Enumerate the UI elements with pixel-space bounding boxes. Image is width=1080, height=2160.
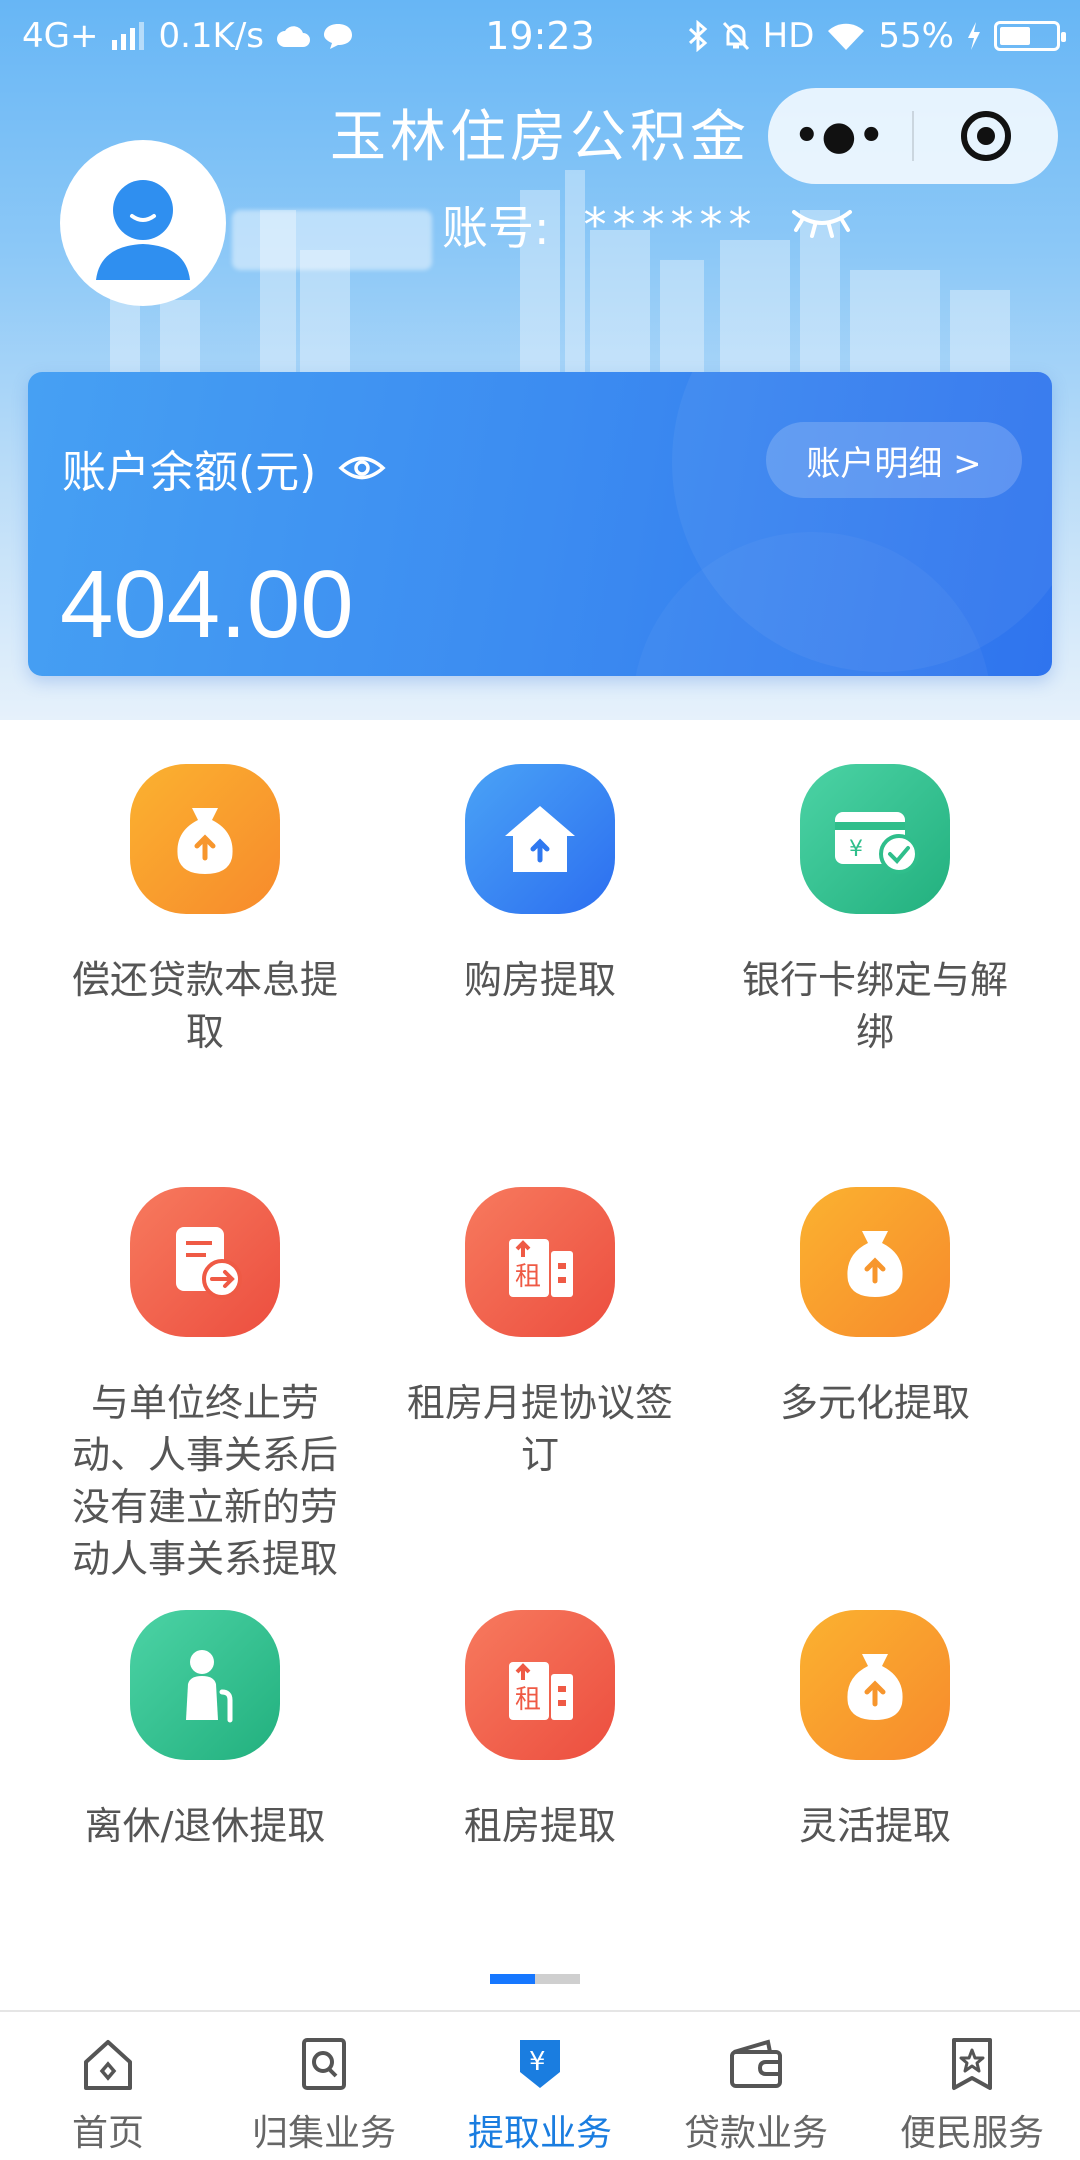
tab-convenience[interactable]: 便民服务 [864, 2012, 1080, 2160]
service-label: 租房提取 [463, 1804, 616, 1848]
withdraw-icon: ¥ [520, 2040, 560, 2088]
battery-level-fill [1000, 27, 1030, 45]
service-icon-bg [130, 764, 280, 914]
elderly-person-icon [186, 1650, 233, 1723]
hd-indicator: HD [762, 16, 815, 56]
eye-open-icon[interactable] [338, 451, 386, 485]
balance-amount: 404.00 [60, 551, 354, 658]
service-label: 购房提取 [463, 958, 616, 1002]
close-miniprogram-button[interactable] [914, 109, 1058, 163]
money-bag-icon [847, 1654, 903, 1720]
service-label: 偿还贷款本息提取 [71, 958, 338, 1054]
document-arrow-icon [176, 1227, 242, 1299]
svg-text:¥: ¥ [529, 2047, 546, 2077]
star-bookmark-icon [952, 2038, 992, 2090]
balance-card: 账户余额(元) 404.00 账户明细 > [28, 372, 1052, 676]
tab-label: 归集业务 [251, 2113, 396, 2154]
mute-bell-icon [722, 21, 749, 51]
service-icon-bg: 租 [465, 1187, 615, 1337]
service-icon-bg [130, 1187, 280, 1337]
account-detail-button[interactable]: 账户明细 > [766, 422, 1022, 498]
bottom-tab-bar: 首页 归集业务 ¥ 提取业务 贷款业务 便民服务 [0, 2010, 1080, 2160]
service-item-employment-termination[interactable]: 与单位终止劳动、人事关系后没有建立新的劳动人事关系提取 [55, 1187, 355, 1585]
page-indicator [490, 1974, 580, 1984]
tab-home[interactable]: 首页 [0, 2012, 216, 2160]
blurred-user-name [232, 210, 432, 270]
target-icon [961, 111, 1011, 161]
service-label: 灵活提取 [798, 1804, 951, 1848]
svg-text:租: 租 [515, 1685, 541, 1715]
wallet-icon [730, 2039, 782, 2088]
tab-withdraw[interactable]: ¥ 提取业务 [432, 2012, 648, 2160]
user-icon [96, 180, 190, 280]
status-bar: 4G+ 0.1K/s 19:23 HD 55% [0, 0, 1080, 72]
more-menu-button[interactable]: •●• [768, 113, 912, 159]
account-label: 账号: [442, 201, 550, 255]
service-item-bank-card[interactable]: ¥ 银行卡绑定与解绑 [725, 764, 1025, 1058]
service-item-retirement[interactable]: 离休/退休提取 [55, 1610, 355, 1852]
house-icon [505, 806, 575, 872]
service-icon-bg [800, 1610, 950, 1760]
eye-closed-icon[interactable] [790, 204, 854, 240]
service-item-house-purchase[interactable]: 购房提取 [390, 764, 690, 1006]
rent-building-icon: 租 [509, 1662, 573, 1720]
tab-label: 便民服务 [899, 2113, 1044, 2154]
service-item-diversified[interactable]: 多元化提取 [725, 1187, 1025, 1429]
svg-text:租: 租 [515, 1262, 541, 1292]
home-icon [84, 2040, 132, 2090]
bluetooth-icon [688, 20, 707, 52]
account-value: ****** [583, 198, 758, 252]
battery-percent: 55% [878, 16, 954, 56]
page-title: 玉林住房公积金 [330, 105, 750, 170]
service-label: 银行卡绑定与解绑 [741, 958, 1008, 1054]
miniprogram-capsule: •●• [768, 88, 1058, 184]
balance-label: 账户余额(元) [62, 436, 386, 500]
svg-text:¥: ¥ [849, 837, 863, 862]
account-number: 账号: ****** [442, 192, 758, 258]
tab-collection[interactable]: 归集业务 [216, 2012, 432, 2160]
wifi-icon [828, 23, 865, 50]
service-label: 与单位终止劳动、人事关系后没有建立新的劳动人事关系提取 [71, 1381, 338, 1581]
page-indicator-active [490, 1974, 535, 1984]
bank-card-icon: ¥ [835, 812, 919, 874]
service-item-loan-repayment[interactable]: 偿还贷款本息提取 [55, 764, 355, 1058]
service-label: 租房月提协议签订 [406, 1381, 673, 1477]
tab-loan[interactable]: 贷款业务 [648, 2012, 864, 2160]
avatar[interactable] [60, 140, 226, 306]
service-icon-bg [130, 1610, 280, 1760]
page-indicator-inactive [535, 1974, 580, 1984]
charging-icon [968, 22, 980, 50]
rent-building-icon: 租 [509, 1239, 573, 1297]
money-bag-icon [847, 1231, 903, 1297]
money-bag-icon [177, 808, 233, 874]
service-item-flexible[interactable]: 灵活提取 [725, 1610, 1025, 1852]
service-icon-bg [465, 764, 615, 914]
service-item-rent[interactable]: 租 租房提取 [390, 1610, 690, 1852]
tab-label: 首页 [71, 2113, 144, 2154]
battery-icon [994, 21, 1066, 51]
tab-label: 提取业务 [467, 2113, 612, 2154]
tab-label: 贷款业务 [683, 2113, 828, 2154]
balance-label-text: 账户余额(元) [62, 447, 317, 498]
service-icon-bg: 租 [465, 1610, 615, 1760]
service-label: 离休/退休提取 [84, 1804, 326, 1848]
service-item-rent-agreement[interactable]: 租 租房月提协议签订 [390, 1187, 690, 1481]
service-icon-bg [800, 1187, 950, 1337]
service-icon-bg: ¥ [800, 764, 950, 914]
service-label: 多元化提取 [779, 1381, 970, 1425]
search-doc-icon [302, 2038, 346, 2090]
